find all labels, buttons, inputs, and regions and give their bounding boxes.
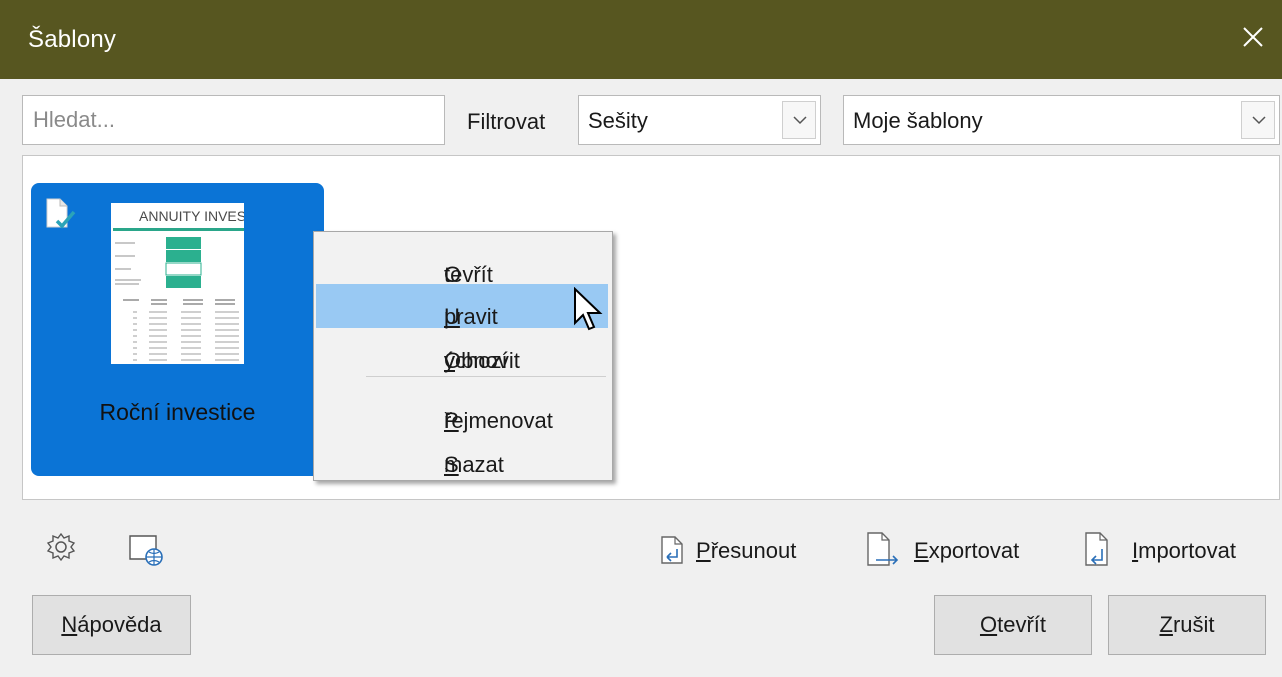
template-item[interactable]: ANNUITY INVES Roční investice bbox=[31, 183, 324, 476]
menu-item-reset-default[interactable]: Obnovit v ýchozí bbox=[316, 328, 608, 373]
filter-type-select[interactable]: Sešity bbox=[578, 95, 821, 145]
menu-item-delete[interactable]: Smazat bbox=[316, 432, 608, 477]
open-button[interactable]: Otevřít bbox=[934, 595, 1092, 655]
template-view[interactable]: ANNUITY INVES Roční investice bbox=[22, 155, 1280, 500]
close-icon bbox=[1243, 27, 1263, 47]
cancel-button[interactable]: Zrušit bbox=[1108, 595, 1266, 655]
close-button[interactable] bbox=[1238, 22, 1268, 52]
move-icon bbox=[661, 536, 683, 564]
menu-item-rename[interactable]: Přejmenovat bbox=[316, 388, 608, 433]
template-thumbnail: ANNUITY INVES bbox=[111, 203, 244, 364]
chevron-down-icon bbox=[793, 116, 807, 125]
gear-icon[interactable] bbox=[46, 532, 76, 562]
chevron-down-icon bbox=[1252, 116, 1266, 125]
thumbnail-sheet-preview bbox=[115, 237, 239, 361]
title-bar: Šablony bbox=[0, 0, 1282, 79]
filter-type-dropdown-button[interactable] bbox=[782, 101, 816, 139]
filter-type-value: Sešity bbox=[588, 108, 648, 133]
filter-label: Filtrovat bbox=[467, 109, 546, 134]
region-value: Moje šablony bbox=[853, 108, 983, 133]
menu-item-open[interactable]: Otevřít bbox=[316, 242, 608, 287]
region-select[interactable]: Moje šablony bbox=[843, 95, 1280, 145]
dialog-title: Šablony bbox=[28, 26, 117, 53]
default-template-icon bbox=[46, 198, 76, 229]
context-menu: Otevřít Upravit Obnovit v ýchozí Přejmeno… bbox=[313, 231, 613, 481]
region-dropdown-button[interactable] bbox=[1241, 101, 1275, 139]
search-field[interactable] bbox=[22, 95, 445, 145]
template-name: Roční investice bbox=[99, 399, 256, 425]
thumbnail-rule bbox=[113, 228, 244, 231]
menu-item-edit[interactable]: Upravit bbox=[316, 284, 608, 329]
search-input[interactable] bbox=[23, 96, 444, 144]
import-icon bbox=[1085, 532, 1108, 566]
export-icon bbox=[867, 532, 899, 566]
mouse-pointer-icon bbox=[574, 287, 603, 331]
help-button[interactable]: Nápověda bbox=[32, 595, 191, 655]
thumbnail-title: ANNUITY INVES bbox=[139, 208, 244, 224]
menu-separator bbox=[366, 376, 606, 377]
online-templates-icon[interactable] bbox=[128, 533, 166, 567]
